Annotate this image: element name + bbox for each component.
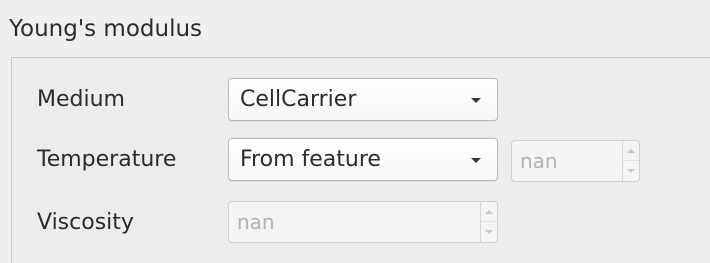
temperature-label: Temperature [37, 147, 177, 172]
viscosity-spinbox[interactable]: nan [228, 201, 498, 243]
spin-up-button[interactable] [481, 202, 497, 222]
viscosity-label: Viscosity [37, 210, 134, 235]
medium-label: Medium [37, 87, 125, 112]
spin-down-icon [627, 169, 635, 173]
medium-select-value: CellCarrier [240, 86, 357, 112]
spin-down-button[interactable] [481, 222, 497, 242]
spin-up-icon [627, 148, 635, 153]
chevron-down-icon [471, 97, 481, 103]
spin-down-button[interactable] [623, 161, 639, 181]
temperature-spinbox-value: nan [520, 149, 558, 173]
spin-down-icon [485, 230, 493, 234]
chevron-down-icon [471, 157, 481, 163]
spin-up-icon [485, 209, 493, 214]
viscosity-spinbox-value: nan [237, 210, 275, 234]
spin-up-button[interactable] [623, 141, 639, 161]
group-title: Young's modulus [9, 16, 203, 42]
temperature-select-value: From feature [240, 146, 381, 172]
temperature-spinbox[interactable]: nan [511, 140, 640, 182]
medium-select[interactable]: CellCarrier [228, 78, 498, 121]
temperature-select[interactable]: From feature [228, 138, 498, 181]
viscosity-spin-buttons [480, 202, 497, 242]
temperature-spin-buttons [622, 141, 639, 181]
youngs-modulus-panel: Young's modulus Medium CellCarrier Tempe… [0, 0, 710, 263]
